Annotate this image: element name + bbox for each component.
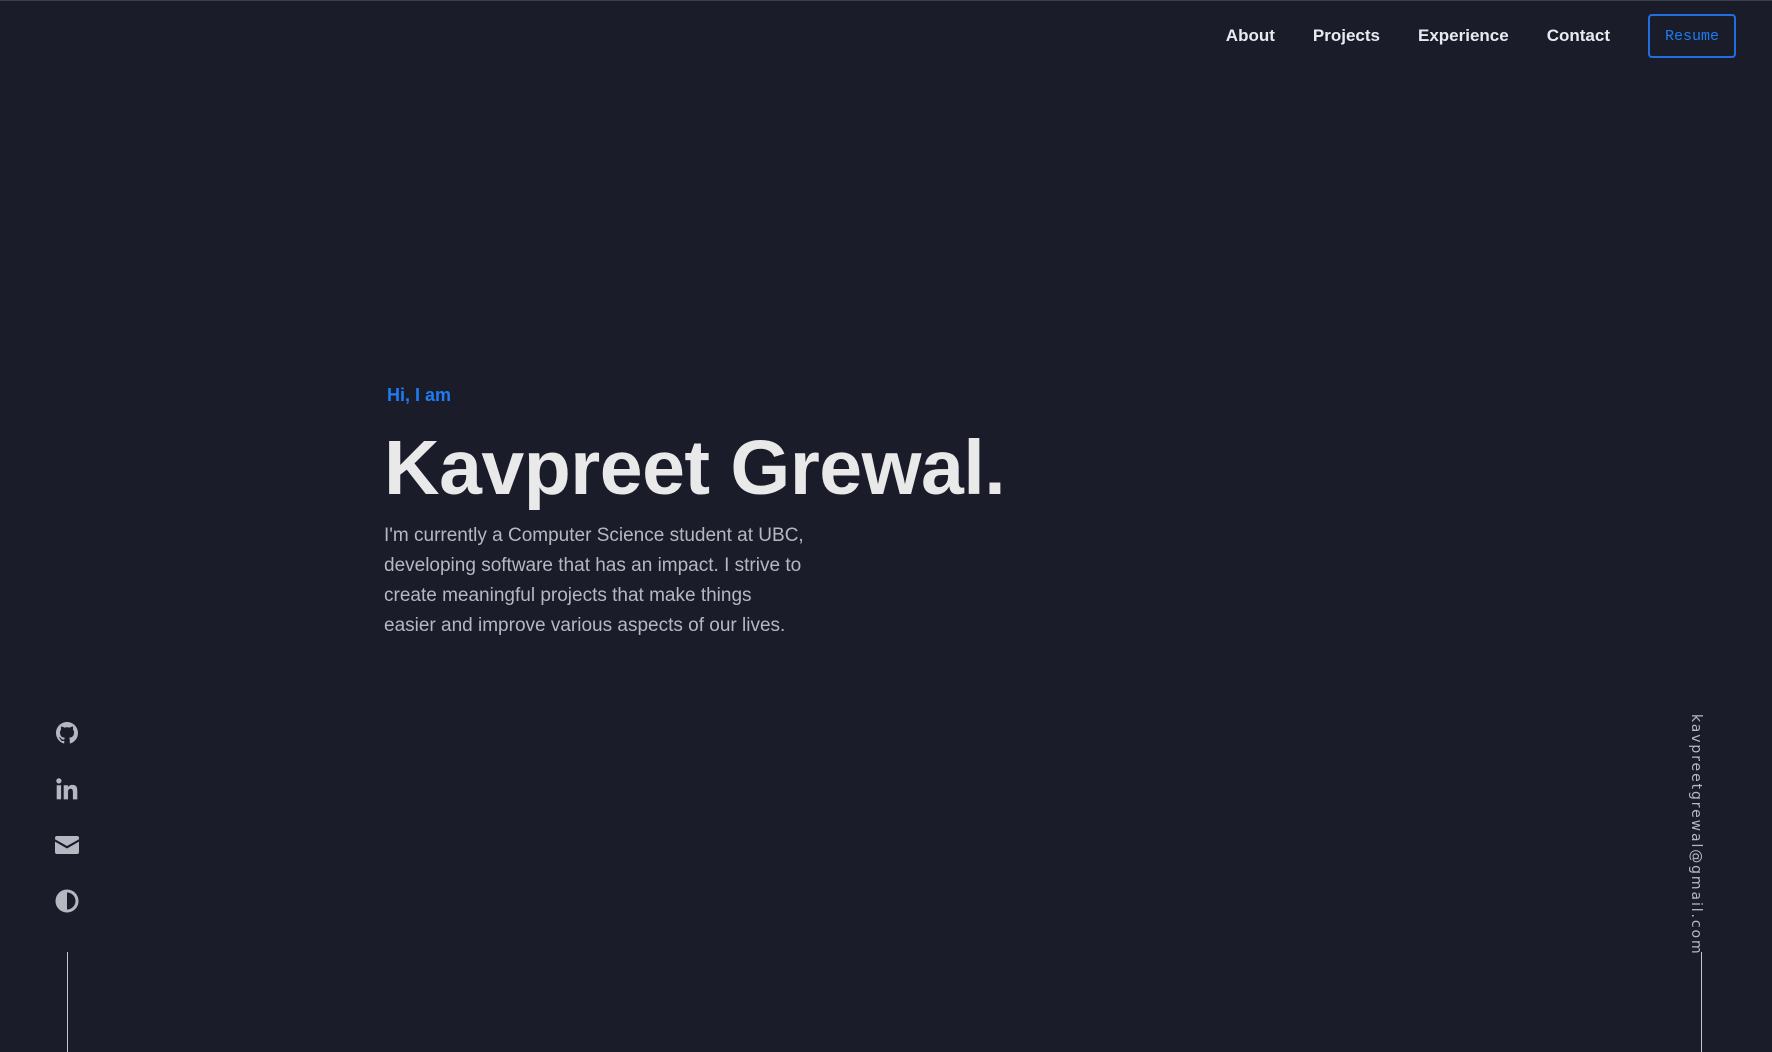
nav-link-experience[interactable]: Experience bbox=[1418, 26, 1509, 46]
social-links bbox=[54, 720, 80, 944]
resume-button[interactable]: Resume bbox=[1648, 14, 1736, 58]
hero-name: Kavpreet Grewal. bbox=[384, 425, 1006, 511]
hero-greeting: Hi, I am bbox=[387, 385, 452, 405]
email-link-vertical[interactable]: kavpreetgrewal@gmail.com bbox=[1688, 714, 1704, 955]
email-link[interactable] bbox=[54, 832, 80, 858]
left-vertical-line bbox=[67, 952, 68, 1052]
theme-toggle-button[interactable] bbox=[54, 888, 80, 914]
theme-toggle-icon bbox=[55, 889, 79, 913]
nav-link-contact[interactable]: Contact bbox=[1547, 26, 1610, 46]
nav-link-projects[interactable]: Projects bbox=[1313, 26, 1380, 46]
hero-bio: I'm currently a Computer Science student… bbox=[384, 525, 804, 636]
github-link[interactable] bbox=[54, 720, 80, 746]
nav-link-about[interactable]: About bbox=[1226, 26, 1275, 46]
right-vertical-line bbox=[1701, 952, 1702, 1052]
top-border bbox=[0, 0, 1772, 1]
top-nav: About Projects Experience Contact Resume bbox=[1226, 12, 1736, 60]
linkedin-link[interactable] bbox=[54, 776, 80, 802]
linkedin-icon bbox=[56, 778, 78, 800]
hero-section: Hi, I am Kavpreet Grewal. I'm currently … bbox=[384, 380, 1084, 660]
github-icon bbox=[56, 722, 78, 744]
email-icon bbox=[55, 836, 79, 854]
